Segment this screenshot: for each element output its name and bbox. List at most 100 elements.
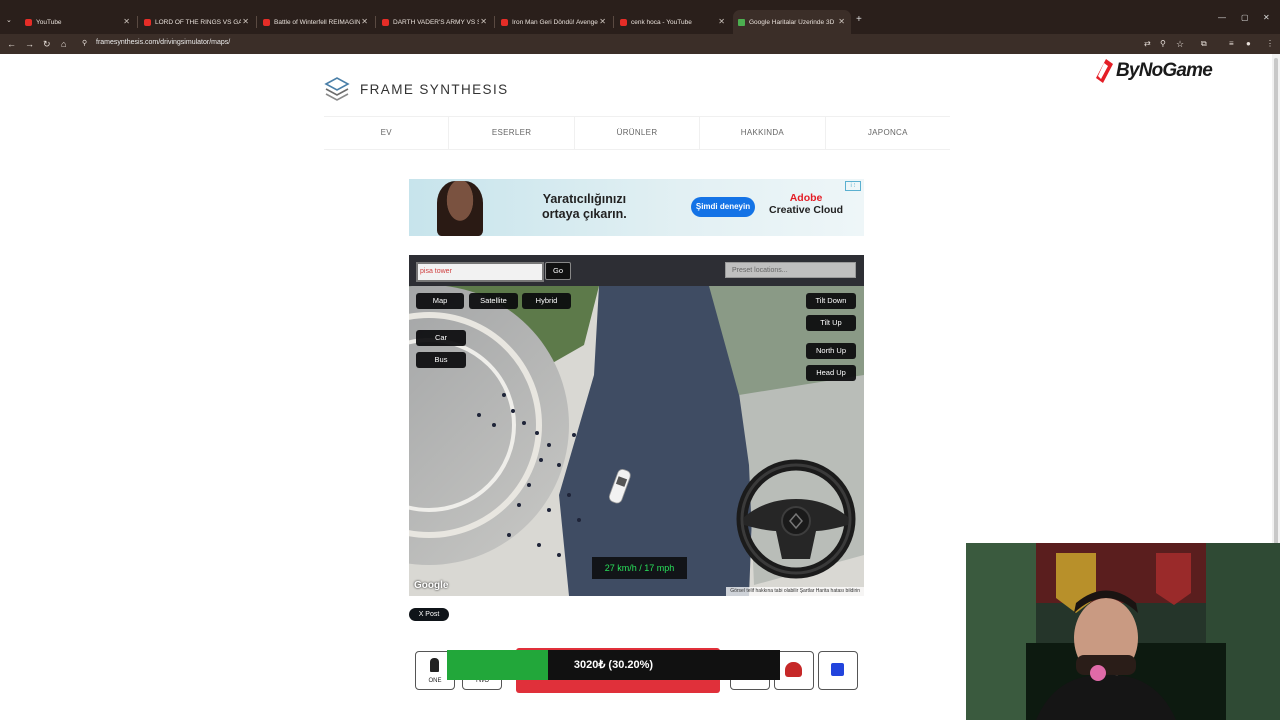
browser-tab[interactable]: LORD OF THE RINGS VS GAME ✕ bbox=[139, 10, 255, 34]
site-logo-text: FRAME SYNTHESIS bbox=[360, 81, 509, 97]
browser-tab-active[interactable]: Google Haritalar Üzerinde 3D S ✕ bbox=[733, 10, 851, 34]
close-tab-icon[interactable]: ✕ bbox=[718, 17, 725, 26]
tilt-up-button[interactable]: Tilt Up bbox=[806, 315, 856, 331]
vehicle-car-button[interactable]: Car bbox=[416, 330, 466, 346]
bynogame-logo-icon bbox=[1094, 58, 1114, 84]
close-tab-icon[interactable]: ✕ bbox=[361, 17, 368, 26]
minimize-button[interactable]: — bbox=[1218, 13, 1226, 22]
map-type-satellite-button[interactable]: Satellite bbox=[469, 293, 518, 309]
close-tab-icon[interactable]: ✕ bbox=[838, 17, 845, 26]
browser-tab-bar: ⌄ YouTube ✕ LORD OF THE RINGS VS GAME ✕ … bbox=[0, 0, 1280, 34]
tab-divider bbox=[613, 16, 614, 28]
tilt-down-button[interactable]: Tilt Down bbox=[806, 293, 856, 309]
close-window-button[interactable]: ✕ bbox=[1263, 13, 1270, 22]
streamer-webcam bbox=[966, 543, 1280, 720]
x-post-button[interactable]: X Post bbox=[409, 608, 449, 621]
browser-tab[interactable]: Battle of Winterfell REIMAGINE ✕ bbox=[258, 10, 374, 34]
page-icon bbox=[738, 18, 745, 26]
extensions-icon[interactable]: ⧉ bbox=[1201, 37, 1207, 51]
frame-synthesis-logo-icon bbox=[324, 76, 350, 102]
youtube-icon bbox=[382, 18, 389, 26]
nav-item-products[interactable]: ÜRÜNLER bbox=[575, 117, 701, 149]
scrollbar-thumb[interactable] bbox=[1274, 58, 1278, 578]
tab-divider bbox=[375, 16, 376, 28]
driving-simulator-map[interactable]: Go Preset locations... Map Satellite Hyb… bbox=[409, 255, 864, 596]
tab-title: Battle of Winterfell REIMAGINE bbox=[274, 18, 360, 26]
character-icon bbox=[785, 662, 802, 677]
close-tab-icon[interactable]: ✕ bbox=[242, 17, 249, 26]
webcam-image bbox=[966, 543, 1280, 720]
forward-icon[interactable]: → bbox=[25, 37, 34, 51]
tab-title: LORD OF THE RINGS VS GAME bbox=[155, 18, 241, 26]
tab-divider bbox=[137, 16, 138, 28]
steering-wheel-icon[interactable] bbox=[736, 459, 856, 579]
ad-model-image bbox=[437, 181, 483, 236]
donation-progress-bar: 3020₺ (30.20%) bbox=[447, 650, 780, 680]
map-type-hybrid-button[interactable]: Hybrid bbox=[522, 293, 571, 309]
ad-card-five[interactable] bbox=[818, 651, 858, 690]
tab-title: Iron Man Geri Döndü! Avenger bbox=[512, 18, 598, 26]
browser-tab[interactable]: YouTube ✕ bbox=[20, 10, 136, 34]
ad-brand: Adobe Creative Cloud bbox=[769, 192, 843, 216]
ad-cta-button[interactable]: Şimdi deneyin bbox=[691, 197, 755, 217]
tab-title: Google Haritalar Üzerinde 3D S bbox=[749, 18, 835, 26]
adobe-banner-ad[interactable]: Yaratıcılığınızı ortaya çıkarın. Şimdi d… bbox=[409, 179, 864, 236]
vehicle-bus-button[interactable]: Bus bbox=[416, 352, 466, 368]
head-up-button[interactable]: Head Up bbox=[806, 365, 856, 381]
google-logo: Google bbox=[414, 580, 449, 591]
browser-tab[interactable]: cenk hoca - YouTube ✕ bbox=[615, 10, 731, 34]
go-button[interactable]: Go bbox=[545, 262, 571, 280]
preset-locations-select[interactable]: Preset locations... bbox=[725, 262, 856, 278]
site-info-icon[interactable]: ⚲ bbox=[82, 37, 87, 51]
tab-title: DARTH VADER'S ARMY VS SAU bbox=[393, 18, 479, 26]
menu-icon[interactable]: ⋮ bbox=[1266, 37, 1274, 51]
close-tab-icon[interactable]: ✕ bbox=[480, 17, 487, 26]
tab-title: YouTube bbox=[36, 18, 62, 26]
nav-item-works[interactable]: ESERLER bbox=[449, 117, 575, 149]
donation-progress-text: 3020₺ (30.20%) bbox=[573, 659, 654, 671]
zoom-icon[interactable]: ⚲ bbox=[1160, 37, 1166, 51]
profile-icon[interactable]: ● bbox=[1246, 37, 1251, 51]
tab-divider bbox=[494, 16, 495, 28]
bynogame-logo-text: ByNoGame bbox=[1116, 60, 1213, 81]
youtube-icon bbox=[620, 18, 627, 26]
browser-tab[interactable]: Iron Man Geri Döndü! Avenger ✕ bbox=[496, 10, 612, 34]
tab-title: cenk hoca - YouTube bbox=[631, 18, 692, 26]
bookmark-star-icon[interactable]: ☆ bbox=[1176, 37, 1184, 51]
location-search-input[interactable] bbox=[416, 262, 544, 282]
new-tab-button[interactable]: + bbox=[856, 14, 862, 25]
close-tab-icon[interactable]: ✕ bbox=[123, 17, 130, 26]
browser-toolbar: ← → ↻ ⌂ ⚲ framesynthesis.com/drivingsimu… bbox=[0, 34, 1280, 54]
ad-brand-line: Adobe bbox=[789, 192, 823, 204]
close-tab-icon[interactable]: ✕ bbox=[599, 17, 606, 26]
youtube-icon bbox=[263, 18, 270, 26]
translate-icon[interactable]: ⇄ bbox=[1144, 37, 1151, 51]
browser-tab[interactable]: DARTH VADER'S ARMY VS SAU ✕ bbox=[377, 10, 493, 34]
bynogame-overlay-logo: ByNoGame bbox=[1094, 56, 1213, 86]
site-logo[interactable]: FRAME SYNTHESIS bbox=[324, 76, 509, 102]
ad-info-icon[interactable]: i ⁝ bbox=[845, 181, 861, 191]
home-icon[interactable]: ⌂ bbox=[61, 37, 66, 51]
ad-card-four[interactable] bbox=[774, 651, 814, 690]
map-attribution[interactable]: Görsel telif hakkına tabi olabilir Şartl… bbox=[726, 587, 864, 596]
north-up-button[interactable]: North Up bbox=[806, 343, 856, 359]
media-icon[interactable]: ≡ bbox=[1229, 37, 1234, 51]
back-icon[interactable]: ← bbox=[7, 37, 16, 51]
speed-readout: 27 km/h / 17 mph bbox=[592, 557, 687, 579]
ad-headline: Yaratıcılığınızı ortaya çıkarın. bbox=[542, 192, 627, 222]
person-icon bbox=[430, 658, 439, 672]
app-icon bbox=[831, 663, 844, 676]
nav-item-japanese[interactable]: JAPONCA bbox=[826, 117, 950, 149]
youtube-icon bbox=[501, 18, 508, 26]
tab-search-icon[interactable]: ⌄ bbox=[6, 14, 12, 28]
ad-headline-line: Yaratıcılığınızı bbox=[542, 192, 627, 206]
ad-headline-line: ortaya çıkarın. bbox=[542, 207, 627, 221]
youtube-icon bbox=[144, 18, 151, 26]
ad-brand-line: Creative Cloud bbox=[769, 204, 844, 216]
nav-item-home[interactable]: EV bbox=[324, 117, 450, 149]
map-type-map-button[interactable]: Map bbox=[416, 293, 464, 309]
reload-icon[interactable]: ↻ bbox=[43, 37, 51, 51]
address-bar[interactable]: framesynthesis.com/drivingsimulator/maps… bbox=[96, 39, 230, 46]
maximize-button[interactable]: ▢ bbox=[1241, 13, 1249, 22]
nav-item-about[interactable]: HAKKINDA bbox=[700, 117, 826, 149]
